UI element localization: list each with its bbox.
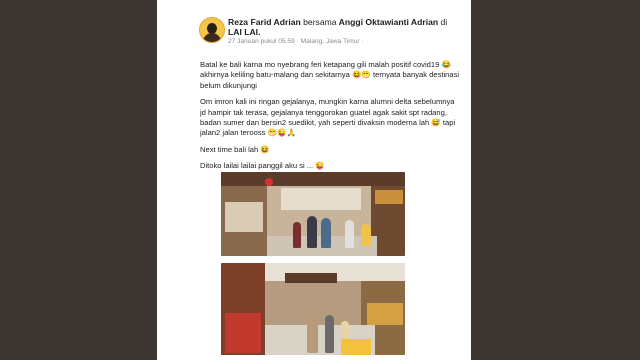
tagged-user-link[interactable]: Anggi Oktawianti Adrian xyxy=(339,17,438,27)
author-avatar[interactable] xyxy=(199,17,225,43)
store-interior-photo-2[interactable] xyxy=(221,263,405,355)
post-body: Batal ke bali karna mo nyebrang feri ket… xyxy=(200,60,462,178)
post-paragraph-2: Om imron kali ini ringan gejalanya, mung… xyxy=(200,97,456,138)
at-word: di xyxy=(440,17,448,27)
place-link[interactable]: LAI LAI. xyxy=(228,27,260,37)
post-paragraph-3: Next time bali lah 😆 xyxy=(200,144,270,154)
post-author-line: Reza Farid Adrian bersama Anggi Oktawian… xyxy=(228,17,463,37)
store-interior-photo-1[interactable] xyxy=(221,172,405,256)
left-dark-margin xyxy=(0,0,157,360)
post-paragraph-1: Batal ke bali karna mo nyebrang feri ket… xyxy=(200,60,460,90)
post-timestamp[interactable]: 27 Januari pukul 05.59 · Malang, Jawa Ti… xyxy=(228,38,364,45)
author-name-link[interactable]: Reza Farid Adrian xyxy=(228,17,301,27)
with-word: bersama xyxy=(303,17,337,27)
post-paragraph-4: Ditoko lailai lailai panggil aku si ... … xyxy=(200,161,325,171)
right-dark-margin xyxy=(471,0,640,360)
